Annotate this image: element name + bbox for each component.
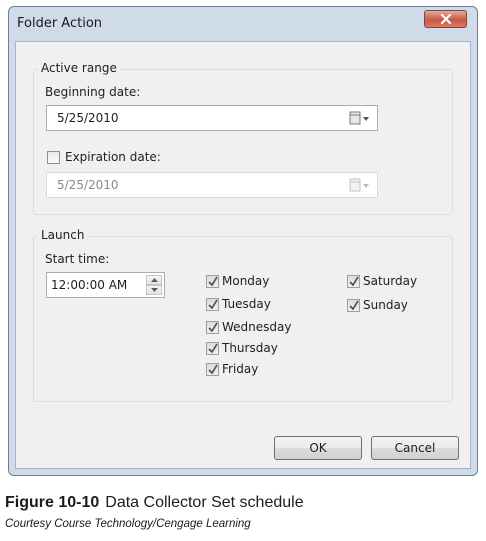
check-icon	[208, 276, 218, 287]
wednesday-checkbox[interactable]	[206, 321, 219, 334]
spin-down-icon	[150, 288, 158, 292]
beginning-date-value: 5/25/2010	[57, 111, 119, 125]
saturday-label: Saturday	[363, 274, 418, 288]
expiration-date-label: Expiration date:	[65, 150, 161, 164]
sunday-checkbox[interactable]	[347, 299, 360, 312]
figure-credit: Courtesy Course Technology/Cengage Learn…	[5, 518, 251, 530]
check-icon	[208, 364, 218, 375]
dialog-window: Folder Action Active range Beginning dat…	[8, 6, 478, 476]
check-icon	[349, 300, 359, 311]
spin-up-button[interactable]	[146, 275, 162, 285]
beginning-date-picker[interactable]: 5/25/2010	[46, 105, 378, 131]
start-time-value: 12:00:00 AM	[51, 278, 128, 292]
saturday-checkbox[interactable]	[347, 275, 360, 288]
check-icon	[349, 276, 359, 287]
sunday-label: Sunday	[363, 298, 408, 312]
expiration-date-picker[interactable]: 5/25/2010	[46, 172, 378, 198]
friday-label: Friday	[222, 362, 259, 376]
close-button[interactable]	[424, 10, 467, 28]
title-bar: Folder Action	[9, 7, 477, 41]
window-title: Folder Action	[17, 16, 103, 31]
figure-caption-text: Data Collector Set schedule	[105, 494, 304, 511]
cancel-button[interactable]: Cancel	[371, 436, 459, 460]
check-icon	[208, 343, 218, 354]
calendar-icon[interactable]	[349, 111, 371, 126]
figure-number: Figure 10-10	[5, 494, 100, 511]
check-icon	[208, 299, 218, 310]
dialog-client-area: Active range Beginning date: 5/25/2010 E…	[15, 41, 471, 469]
figure-caption: Figure 10-10 Data Collector Set schedule	[5, 494, 304, 512]
expiration-date-checkbox[interactable]	[47, 151, 60, 164]
thursday-checkbox[interactable]	[206, 342, 219, 355]
friday-checkbox[interactable]	[206, 363, 219, 376]
calendar-icon-disabled[interactable]	[349, 178, 371, 193]
tuesday-label: Tuesday	[222, 297, 271, 311]
expiration-date-value: 5/25/2010	[57, 178, 119, 192]
active-range-group-label: Active range	[38, 61, 120, 75]
ok-button[interactable]: OK	[274, 436, 362, 460]
start-time-label: Start time:	[45, 252, 110, 266]
close-icon	[440, 14, 451, 24]
start-time-input[interactable]: 12:00:00 AM	[46, 272, 165, 298]
thursday-label: Thursday	[222, 341, 278, 355]
check-icon	[208, 322, 218, 333]
launch-group-label: Launch	[38, 228, 88, 242]
spin-up-icon	[150, 278, 158, 282]
wednesday-label: Wednesday	[222, 320, 292, 334]
spin-down-button[interactable]	[146, 285, 162, 295]
beginning-date-label: Beginning date:	[45, 85, 141, 99]
tuesday-checkbox[interactable]	[206, 298, 219, 311]
monday-checkbox[interactable]	[206, 275, 219, 288]
monday-label: Monday	[222, 274, 270, 288]
